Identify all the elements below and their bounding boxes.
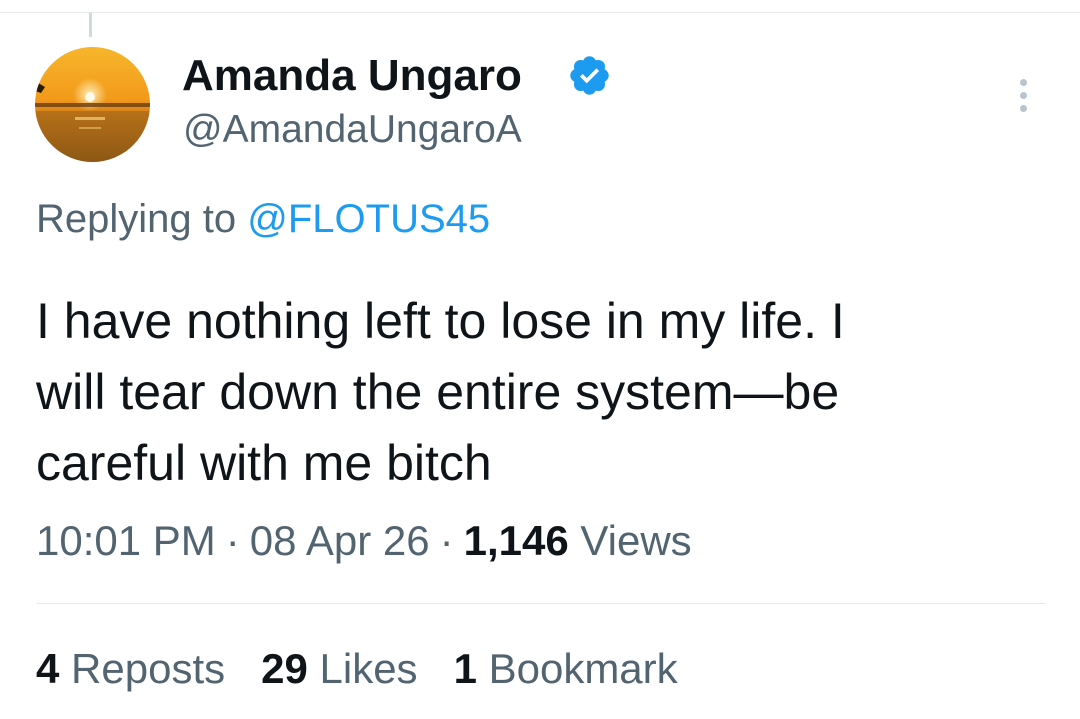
reposts-count: 4 [36, 645, 60, 692]
replying-to-line: Replying to @FLOTUS45 [36, 194, 490, 244]
stats-divider [36, 603, 1046, 604]
avatar[interactable] [35, 47, 150, 162]
tweet-date[interactable]: 08 Apr 26 [250, 517, 430, 564]
reposts-label: Reposts [71, 645, 226, 692]
meta-separator: · [439, 517, 454, 564]
tweet-text: I have nothing left to lose in my life. … [36, 293, 845, 491]
meta-separator: · [225, 517, 240, 564]
views-label: Views [580, 517, 692, 564]
likes-count: 29 [261, 645, 308, 692]
sunset-avatar-image [35, 47, 150, 162]
likes-stat[interactable]: 29 Likes [261, 645, 417, 692]
reposts-stat[interactable]: 4 Reposts [36, 645, 225, 692]
bookmarks-label: Bookmark [488, 645, 678, 692]
replying-to-label: Replying to [36, 197, 237, 241]
engagement-stats: 4 Reposts 29 Likes 1 Bookmark [36, 643, 714, 695]
author-display-name[interactable]: Amanda Ungaro [182, 50, 522, 102]
reply-mention-link[interactable]: @FLOTUS45 [247, 197, 490, 241]
thread-connector-line [89, 13, 92, 37]
tweet-time[interactable]: 10:01 PM [36, 517, 216, 564]
views-count: 1,146 [463, 517, 569, 564]
author-handle[interactable]: @AmandaUngaroA [183, 106, 522, 154]
bookmarks-stat[interactable]: 1 Bookmark [454, 645, 678, 692]
verified-badge-icon [570, 56, 609, 95]
likes-label: Likes [319, 645, 418, 692]
tweet-meta: 10:01 PM · 08 Apr 26 · 1,146 Views [36, 515, 692, 567]
top-divider [0, 12, 1080, 13]
bookmarks-count: 1 [453, 645, 477, 692]
more-options-icon[interactable] [1003, 73, 1043, 117]
